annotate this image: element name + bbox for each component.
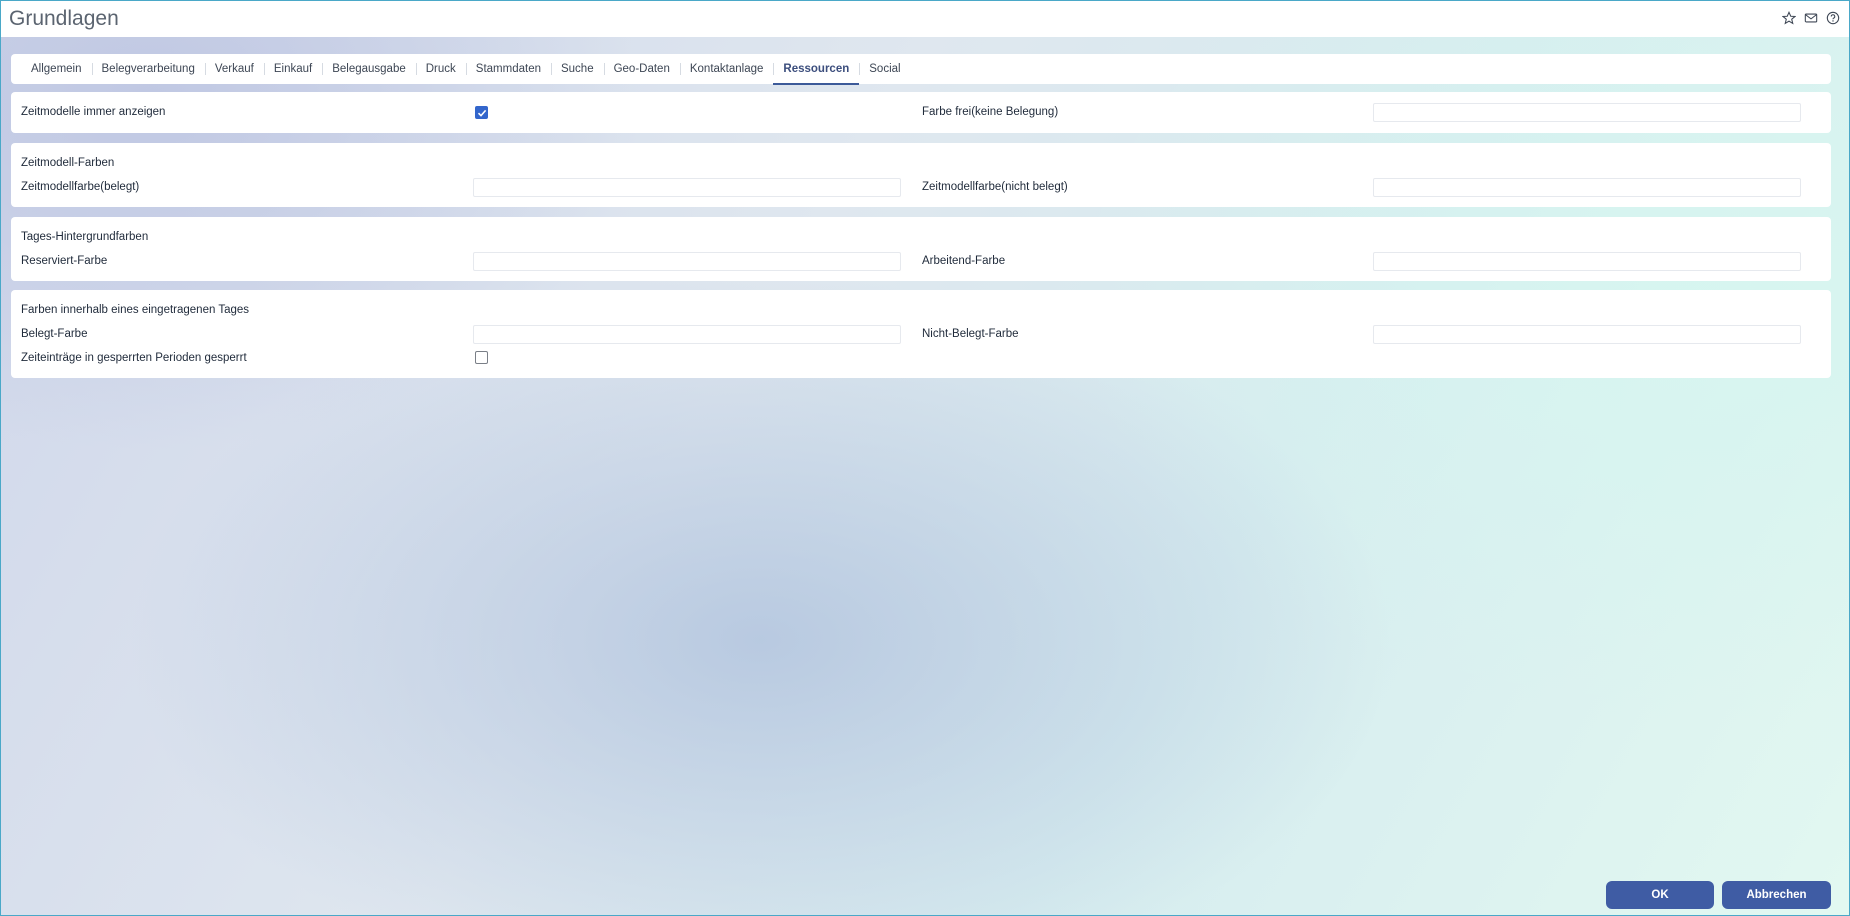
- locked-periods-label: Zeiteinträge in gesperrten Perioden gesp…: [21, 352, 247, 364]
- time-model-occupied-input[interactable]: [474, 179, 900, 196]
- locked-periods-checkbox[interactable]: [475, 351, 488, 364]
- panel-day-entry-colors: Farben innerhalb eines eingetragenen Tag…: [11, 290, 1831, 378]
- panel-general: Zeitmodelle immer anzeigen Farbe frei(ke…: [11, 92, 1831, 133]
- not-occupied-color-label: Nicht-Belegt-Farbe: [922, 328, 1019, 340]
- mail-icon[interactable]: [1803, 10, 1819, 26]
- section-title-time-model-colors: Zeitmodell-Farben: [21, 157, 115, 169]
- section-title-day-background-colors: Tages-Hintergrundfarben: [21, 231, 149, 243]
- tab-suche[interactable]: Suche: [550, 54, 604, 84]
- time-model-not-occupied-label: Zeitmodellfarbe(nicht belegt): [922, 181, 1068, 193]
- help-icon[interactable]: [1825, 10, 1841, 26]
- occupied-color-field[interactable]: [473, 325, 901, 344]
- show-time-models-label: Zeitmodelle immer anzeigen: [21, 106, 166, 118]
- reserved-color-field[interactable]: [473, 252, 901, 271]
- free-color-label: Farbe frei(keine Belegung): [922, 106, 1059, 118]
- tab-druck[interactable]: Druck: [415, 54, 466, 84]
- tab-einkauf[interactable]: Einkauf: [263, 54, 322, 84]
- time-model-not-occupied-field[interactable]: [1373, 178, 1801, 197]
- tab-ressourcen[interactable]: Ressourcen: [773, 54, 860, 85]
- working-color-field[interactable]: [1373, 252, 1801, 271]
- panel-time-model-colors: Zeitmodell-Farben Zeitmodellfarbe(belegt…: [11, 143, 1831, 207]
- title-bar: Grundlagen: [1, 1, 1849, 37]
- page-title: Grundlagen: [9, 7, 119, 30]
- tab-kontaktanlage[interactable]: Kontaktanlage: [679, 54, 774, 84]
- not-occupied-color-field[interactable]: [1373, 325, 1801, 344]
- title-icons: [1781, 10, 1841, 26]
- tab-belegverarbeitung[interactable]: Belegverarbeitung: [91, 54, 205, 84]
- tab-allgemein[interactable]: Allgemein: [21, 54, 92, 84]
- ok-button[interactable]: OK: [1606, 881, 1714, 909]
- tab-geo-daten[interactable]: Geo-Daten: [603, 54, 680, 84]
- show-time-models-checkbox[interactable]: [475, 106, 488, 119]
- free-color-input[interactable]: [1374, 104, 1800, 121]
- tab-bar: Allgemein Belegverarbeitung Verkauf Eink…: [11, 54, 1831, 85]
- reserved-color-label: Reserviert-Farbe: [21, 255, 108, 267]
- section-title-day-entry-colors: Farben innerhalb eines eingetragenen Tag…: [21, 304, 250, 316]
- tab-social[interactable]: Social: [859, 54, 910, 84]
- free-color-field[interactable]: [1373, 103, 1801, 122]
- time-model-not-occupied-input[interactable]: [1374, 179, 1800, 196]
- working-color-input[interactable]: [1374, 253, 1800, 270]
- time-model-occupied-field[interactable]: [473, 178, 901, 197]
- reserved-color-input[interactable]: [474, 253, 900, 270]
- not-occupied-color-input[interactable]: [1374, 326, 1800, 343]
- panel-day-background-colors: Tages-Hintergrundfarben Reserviert-Farbe…: [11, 217, 1831, 281]
- tab-belegausgabe[interactable]: Belegausgabe: [322, 54, 416, 84]
- tab-verkauf[interactable]: Verkauf: [204, 54, 264, 84]
- tab-stammdaten[interactable]: Stammdaten: [465, 54, 551, 84]
- occupied-color-input[interactable]: [474, 326, 900, 343]
- time-model-occupied-label: Zeitmodellfarbe(belegt): [21, 181, 140, 193]
- working-color-label: Arbeitend-Farbe: [922, 255, 1006, 267]
- star-icon[interactable]: [1781, 10, 1797, 26]
- checkmark-icon: [477, 109, 486, 117]
- occupied-color-label: Belegt-Farbe: [21, 328, 88, 340]
- cancel-button[interactable]: Abbrechen: [1722, 881, 1831, 909]
